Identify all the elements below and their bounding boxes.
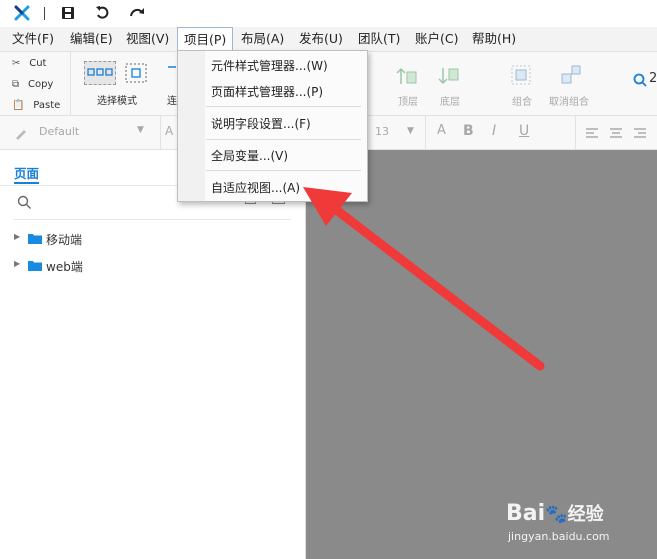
watermark-brand: Bai🐾经验 bbox=[506, 501, 604, 526]
watermark-url: jingyan.baidu.com bbox=[508, 530, 610, 543]
annotation-arrow-icon bbox=[303, 187, 545, 371]
